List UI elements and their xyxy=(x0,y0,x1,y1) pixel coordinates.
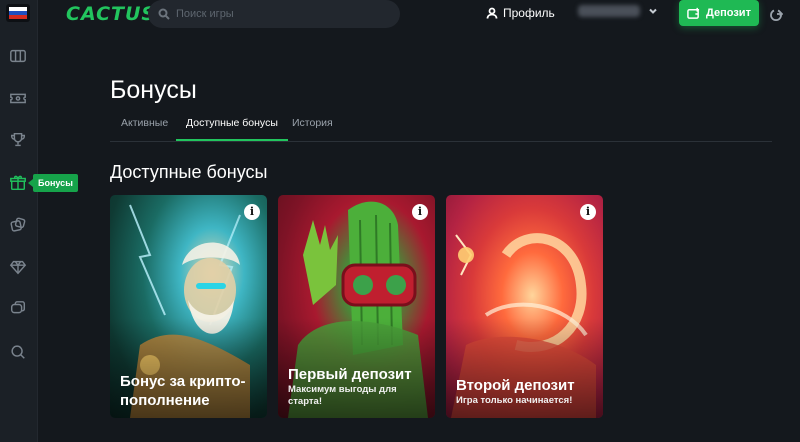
bonus-card-second-deposit[interactable]: i Второй депозит Игра только начинается! xyxy=(446,195,603,418)
search-icon[interactable] xyxy=(8,342,28,362)
sidebar-tooltip: Бонусы xyxy=(28,174,78,192)
tab-available-bonuses[interactable]: Доступные бонусы xyxy=(176,117,288,141)
user-icon xyxy=(486,7,498,19)
page-title: Бонусы xyxy=(110,76,197,104)
slot-icon[interactable] xyxy=(8,46,28,66)
trophy-icon[interactable] xyxy=(8,130,28,150)
wallet-plus-icon xyxy=(687,7,700,19)
info-icon[interactable]: i xyxy=(412,204,428,220)
card-subtitle: Игра только начинается! xyxy=(456,395,573,406)
profile-link[interactable]: Профиль xyxy=(486,6,555,20)
chat-icon[interactable] xyxy=(8,299,28,319)
tab-history[interactable]: История xyxy=(292,117,333,141)
language-flag[interactable] xyxy=(6,4,30,22)
card-subtitle-line2: старта! xyxy=(288,396,322,407)
info-icon[interactable]: i xyxy=(244,204,260,220)
card-subtitle: Максимум выгоды для xyxy=(288,384,397,395)
sidebar: Бонусы xyxy=(0,0,78,442)
bonus-card-crypto[interactable]: i Бонус за крипто- пополнение xyxy=(110,195,267,418)
section-title: Доступные бонусы xyxy=(110,162,268,182)
bonus-card-first-deposit[interactable]: i Первый депозит Максимум выгоды для ста… xyxy=(278,195,435,418)
card-title-line2: пополнение xyxy=(120,392,210,409)
card-title: Бонус за крипто- xyxy=(120,373,246,390)
cactus-logo[interactable]: CACTUS xyxy=(66,3,156,25)
search-icon xyxy=(158,8,170,20)
chevron-down-icon xyxy=(649,8,657,14)
card-title: Второй депозит xyxy=(456,377,575,394)
card-title: Первый депозит xyxy=(288,366,412,383)
balance-dropdown[interactable] xyxy=(578,5,658,17)
tab-active-bonuses[interactable]: Активные xyxy=(121,117,168,141)
diamond-icon[interactable] xyxy=(8,257,28,277)
bonus-tabs: Активные Доступные бонусы История xyxy=(110,113,772,142)
top-header: CACTUS Профиль Депозит xyxy=(38,0,800,30)
ticket-icon[interactable] xyxy=(8,88,28,108)
search-box[interactable] xyxy=(148,0,400,28)
gift-icon[interactable] xyxy=(8,173,28,193)
deposit-label: Депозит xyxy=(706,7,751,19)
dice-icon[interactable] xyxy=(8,215,28,235)
search-input[interactable] xyxy=(176,8,376,20)
deposit-button[interactable]: Депозит xyxy=(679,0,759,26)
logout-icon[interactable] xyxy=(769,7,784,21)
flag-stripe-red xyxy=(9,15,27,19)
profile-label: Профиль xyxy=(503,6,555,20)
balance-value-hidden xyxy=(578,5,640,17)
info-icon[interactable]: i xyxy=(580,204,596,220)
